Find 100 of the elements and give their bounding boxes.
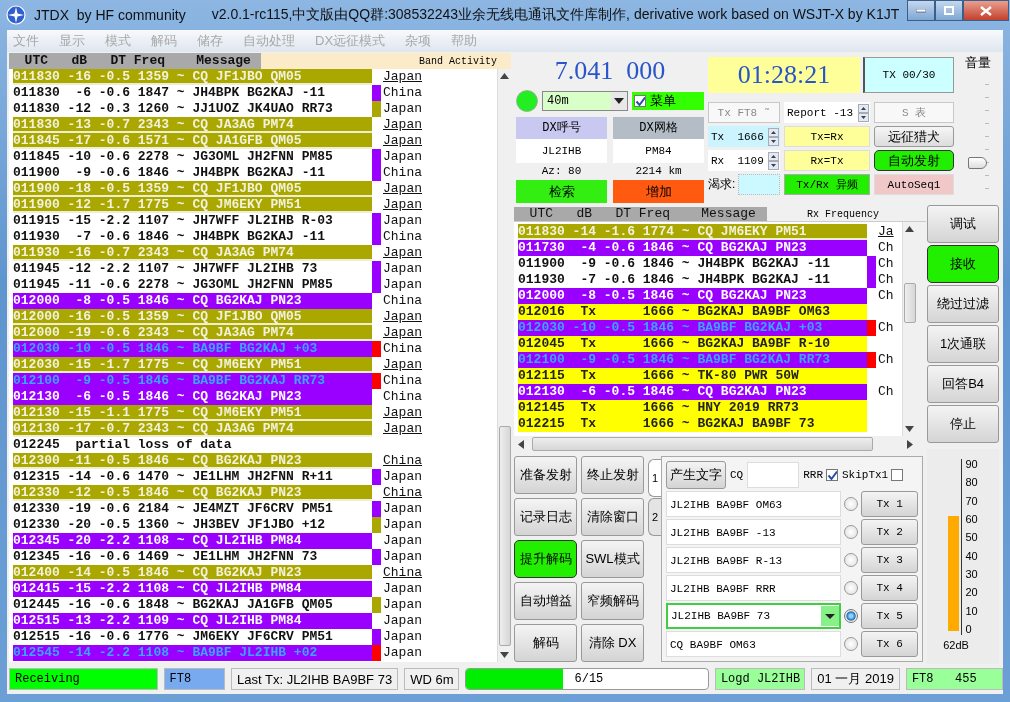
decode-message[interactable]: 012315 -14 -0.6 1470 ~ JE1LHM JH2FNN R+11 <box>13 469 372 485</box>
message-field[interactable]: JL2IHB BA9BF R-13 <box>666 546 842 573</box>
decode-message[interactable]: 012515 -16 -0.6 1776 ~ JM6EKY JF6CRV PM51 <box>13 629 372 645</box>
scrollbar[interactable] <box>497 69 511 662</box>
decode-message[interactable]: 011930 -7 -0.6 1846 ~ JH4BPK BG2KAJ -11 <box>518 272 867 288</box>
scrollbar-thumb[interactable] <box>532 437 873 451</box>
decode-message[interactable]: 011730 -4 -0.6 1846 ~ CQ BG2KAJ PN23 <box>518 240 867 256</box>
tx-equals-rx-button[interactable]: Tx=Rx <box>784 126 870 147</box>
add-button[interactable]: 增加 <box>613 180 704 203</box>
dx-grid-field[interactable]: PM84 <box>613 139 704 163</box>
decode-message[interactable]: 011900 -9 -0.6 1846 ~ JH4BPK BG2KAJ -11 <box>13 165 372 181</box>
action-button[interactable]: SWL模式 <box>581 540 644 578</box>
lookup-button[interactable]: 检索 <box>516 180 607 203</box>
radio-button[interactable] <box>844 524 859 539</box>
cq-field[interactable] <box>747 462 800 488</box>
decode-message[interactable]: 012330 -20 -0.5 1360 ~ JH3BEV JF1JBO +12 <box>13 517 372 533</box>
spin-arrows-icon[interactable] <box>768 127 779 146</box>
decode-message[interactable]: 011900 -9 -0.6 1846 ~ JH4BPK BG2KAJ -11 <box>518 256 867 272</box>
decode-message[interactable]: 012245 partial loss of data <box>13 437 372 453</box>
skip-tx1-checkbox[interactable]: SkipTx1 <box>842 469 904 481</box>
action-button[interactable]: 记录日志 <box>514 498 577 536</box>
side-button[interactable]: 调试 <box>927 205 999 243</box>
up-arrow-icon[interactable] <box>905 226 914 232</box>
message-field[interactable]: CQ BA9BF OM63 <box>666 630 842 657</box>
maximize-button[interactable] <box>935 0 964 21</box>
down-arrow-icon[interactable] <box>905 426 914 432</box>
action-button[interactable]: 终止发射 <box>581 456 644 494</box>
decode-message[interactable]: 012115 Tx 1666 ~ TK-80 PWR 50W <box>518 368 867 384</box>
autoseq-button[interactable]: AutoSeq1 <box>874 174 954 195</box>
rrr-checkbox[interactable]: RRR <box>803 469 838 481</box>
decode-message[interactable]: 011915 -15 -2.2 1107 ~ JH7WFF JL2IHB R-03 <box>13 213 372 229</box>
decode-message[interactable]: 012145 Tx 1666 ~ HNY 2019 RR73 <box>518 400 867 416</box>
hound-button[interactable]: 远征猎犬 <box>874 126 954 147</box>
decode-message[interactable]: 012345 -20 -2.2 1108 ~ CQ JL2IHB PM84 <box>13 533 372 549</box>
rx-equals-tx-button[interactable]: Rx=Tx <box>784 150 870 171</box>
scrollbar-thumb[interactable] <box>903 283 916 324</box>
radio-button[interactable] <box>844 552 859 567</box>
decode-message[interactable]: 012345 -16 -0.6 1469 ~ JE1LHM JH2FNN 73 <box>13 549 372 565</box>
action-button[interactable]: 自动增益 <box>514 582 577 620</box>
decode-message[interactable]: 012130 -6 -0.5 1846 ~ CQ BG2KAJ PN23 <box>13 389 372 405</box>
side-button[interactable]: 停止 <box>927 405 999 443</box>
down-arrow-icon[interactable] <box>500 652 509 658</box>
decode-message[interactable]: 011930 -7 -0.6 1846 ~ JH4BPK BG2KAJ -11 <box>13 229 372 245</box>
tx-button[interactable]: Tx 3 <box>861 546 918 573</box>
radio-button[interactable] <box>844 580 859 595</box>
radio-button[interactable] <box>844 636 859 651</box>
side-button[interactable]: 接收 <box>927 245 999 283</box>
left-arrow-icon[interactable] <box>518 439 524 449</box>
tx-frequency-spinbox[interactable]: Tx 1666 <box>708 126 780 147</box>
spin-arrows-icon[interactable] <box>768 151 779 170</box>
spin-arrows-icon[interactable] <box>858 103 869 122</box>
radio-button[interactable] <box>844 496 859 511</box>
action-button[interactable]: 准备发射 <box>514 456 577 494</box>
action-button[interactable]: 窄频解码 <box>581 582 644 620</box>
decode-message[interactable]: 012016 Tx 1666 ~ BG2KAJ BA9BF OM63 <box>518 304 867 320</box>
band-dropdown[interactable]: 40m <box>542 91 628 111</box>
decode-message[interactable]: 012515 -13 -2.2 1109 ~ CQ JL2IHB PM84 <box>13 613 372 629</box>
message-field[interactable]: JL2IHB BA9BF OM63 <box>666 490 842 517</box>
decode-message[interactable]: 012000 -8 -0.5 1846 ~ CQ BG2KAJ PN23 <box>518 288 867 304</box>
side-button[interactable]: 绕过过滤 <box>927 285 999 323</box>
decode-message[interactable]: 012415 -15 -2.2 1108 ~ CQ JL2IHB PM84 <box>13 581 372 597</box>
dx-call-field[interactable]: JL2IHB <box>516 139 607 163</box>
decode-message[interactable]: 012215 Tx 1666 ~ BG2KAJ BA9BF 73 <box>518 416 867 432</box>
report-spinbox[interactable]: Report -13 <box>784 102 870 123</box>
tx-button[interactable]: Tx 2 <box>861 518 918 545</box>
message-field[interactable]: JL2IHB BA9BF RRR <box>666 574 842 601</box>
message-dropdown[interactable]: JL2IHB BA9BF 73 <box>666 602 842 629</box>
action-button[interactable]: 清除 DX <box>581 624 644 662</box>
tx-button[interactable]: Tx 1 <box>861 490 918 517</box>
side-button[interactable]: 1次通联 <box>927 325 999 363</box>
tx-button[interactable]: Tx 5 <box>861 602 918 629</box>
split-button[interactable]: Tx/Rx 异频 <box>784 174 870 195</box>
wanted-field[interactable] <box>738 174 780 195</box>
action-button[interactable]: 解码 <box>514 624 577 662</box>
radio-button[interactable] <box>844 608 859 623</box>
right-arrow-icon[interactable] <box>907 439 913 449</box>
tx-button[interactable]: Tx 6 <box>861 630 918 657</box>
up-arrow-icon[interactable] <box>500 73 509 79</box>
generate-button[interactable]: 产生文字 <box>666 461 726 489</box>
decode-message[interactable]: 011830 -12 -0.3 1260 ~ JJ1UOZ JK4UAO RR73 <box>13 101 372 117</box>
rx-frequency-spinbox[interactable]: Rx 1109 <box>708 150 780 171</box>
tx-button[interactable]: Tx 4 <box>861 574 918 601</box>
decode-message[interactable]: 012000 -8 -0.5 1846 ~ CQ BG2KAJ PN23 <box>13 293 372 309</box>
scrollbar-thumb[interactable] <box>498 426 511 646</box>
decode-message[interactable]: 011945 -11 -0.6 2278 ~ JG3OML JH2FNN PM85 <box>13 277 372 293</box>
decode-message[interactable]: 011945 -12 -2.2 1107 ~ JH7WFF JL2IHB 73 <box>13 261 372 277</box>
minimize-button[interactable] <box>907 0 936 21</box>
decode-message[interactable]: 011845 -10 -0.6 2278 ~ JG3OML JH2FNN PM85 <box>13 149 372 165</box>
menu-checkbox[interactable]: 菜单 <box>632 92 704 110</box>
action-button[interactable]: 清除窗口 <box>581 498 644 536</box>
auto-transmit-button[interactable]: 自动发射 <box>874 150 954 171</box>
side-button[interactable]: 回答B4 <box>927 365 999 403</box>
decode-message[interactable]: 012045 Tx 1666 ~ BG2KAJ BA9BF R-10 <box>518 336 867 352</box>
tab[interactable]: 2 <box>648 498 661 536</box>
tab[interactable]: 1 <box>648 459 661 497</box>
action-button[interactable]: 提升解码 <box>514 540 577 578</box>
decode-message[interactable]: 012445 -16 -0.6 1848 ~ BG2KAJ JA1GFB QM05 <box>13 597 372 613</box>
decode-message[interactable]: 011830 -6 -0.6 1847 ~ JH4BPK BG2KAJ -11 <box>13 85 372 101</box>
decode-message[interactable]: 012130 -6 -0.5 1846 ~ CQ BG2KAJ PN23 <box>518 384 867 400</box>
message-field[interactable]: JL2IHB BA9BF -13 <box>666 518 842 545</box>
